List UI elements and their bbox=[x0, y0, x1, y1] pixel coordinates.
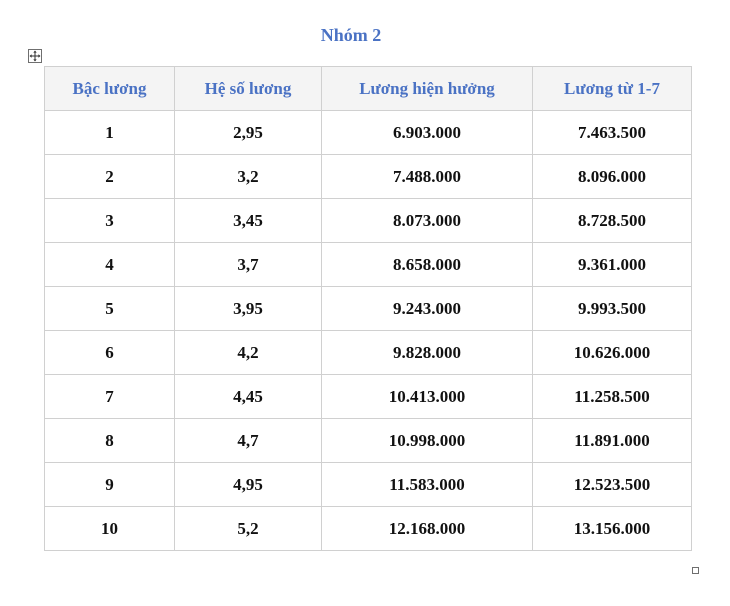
cell-he-so-luong: 4,2 bbox=[174, 330, 322, 375]
table-row: 4 3,7 8.658.000 9.361.000 bbox=[44, 242, 692, 287]
table-row: 10 5,2 12.168.000 13.156.000 bbox=[44, 506, 692, 551]
salary-table: Bậc lương Hệ số lương Lương hiện hưởng L… bbox=[44, 66, 692, 551]
cell-luong-tu-1-7: 9.361.000 bbox=[532, 242, 692, 287]
cell-bac-luong: 8 bbox=[44, 418, 175, 463]
cell-luong-hien-huong: 10.413.000 bbox=[321, 374, 533, 419]
cell-luong-hien-huong: 12.168.000 bbox=[321, 506, 533, 551]
table-row: 1 2,95 6.903.000 7.463.500 bbox=[44, 110, 692, 155]
cell-bac-luong: 10 bbox=[44, 506, 175, 551]
cell-luong-hien-huong: 9.828.000 bbox=[321, 330, 533, 375]
table-row: 5 3,95 9.243.000 9.993.500 bbox=[44, 286, 692, 331]
cell-luong-hien-huong: 9.243.000 bbox=[321, 286, 533, 331]
cell-bac-luong: 5 bbox=[44, 286, 175, 331]
table-resize-handle[interactable] bbox=[692, 567, 699, 574]
cell-he-so-luong: 3,45 bbox=[174, 198, 322, 243]
table-header-row: Bậc lương Hệ số lương Lương hiện hưởng L… bbox=[44, 66, 692, 111]
cell-bac-luong: 3 bbox=[44, 198, 175, 243]
cell-bac-luong: 6 bbox=[44, 330, 175, 375]
header-bac-luong: Bậc lương bbox=[44, 66, 175, 111]
table-row: 7 4,45 10.413.000 11.258.500 bbox=[44, 374, 692, 419]
cell-luong-tu-1-7: 11.258.500 bbox=[532, 374, 692, 419]
table-title: Nhóm 2 bbox=[320, 25, 382, 45]
cell-luong-tu-1-7: 12.523.500 bbox=[532, 462, 692, 507]
cell-luong-tu-1-7: 8.096.000 bbox=[532, 154, 692, 199]
cell-he-so-luong: 3,7 bbox=[174, 242, 322, 287]
cell-he-so-luong: 4,7 bbox=[174, 418, 322, 463]
cell-bac-luong: 2 bbox=[44, 154, 175, 199]
cell-luong-hien-huong: 11.583.000 bbox=[321, 462, 533, 507]
cell-luong-hien-huong: 8.658.000 bbox=[321, 242, 533, 287]
move-arrows-icon bbox=[29, 50, 41, 62]
cell-luong-hien-huong: 6.903.000 bbox=[321, 110, 533, 155]
table-move-handle[interactable] bbox=[28, 49, 42, 63]
table-row: 6 4,2 9.828.000 10.626.000 bbox=[44, 330, 692, 375]
cell-bac-luong: 4 bbox=[44, 242, 175, 287]
cell-he-so-luong: 5,2 bbox=[174, 506, 322, 551]
table-row: 2 3,2 7.488.000 8.096.000 bbox=[44, 154, 692, 199]
cell-luong-hien-huong: 8.073.000 bbox=[321, 198, 533, 243]
cell-luong-tu-1-7: 7.463.500 bbox=[532, 110, 692, 155]
cell-luong-tu-1-7: 11.891.000 bbox=[532, 418, 692, 463]
table-row: 9 4,95 11.583.000 12.523.500 bbox=[44, 462, 692, 507]
cell-luong-tu-1-7: 8.728.500 bbox=[532, 198, 692, 243]
cell-he-so-luong: 2,95 bbox=[174, 110, 322, 155]
cell-bac-luong: 9 bbox=[44, 462, 175, 507]
cell-bac-luong: 1 bbox=[44, 110, 175, 155]
cell-he-so-luong: 4,95 bbox=[174, 462, 322, 507]
cell-luong-hien-huong: 10.998.000 bbox=[321, 418, 533, 463]
cell-luong-hien-huong: 7.488.000 bbox=[321, 154, 533, 199]
header-luong-hien-huong: Lương hiện hưởng bbox=[321, 66, 533, 111]
cell-bac-luong: 7 bbox=[44, 374, 175, 419]
table-row: 8 4,7 10.998.000 11.891.000 bbox=[44, 418, 692, 463]
cell-luong-tu-1-7: 9.993.500 bbox=[532, 286, 692, 331]
table-row: 3 3,45 8.073.000 8.728.500 bbox=[44, 198, 692, 243]
cell-he-so-luong: 4,45 bbox=[174, 374, 322, 419]
cell-luong-tu-1-7: 10.626.000 bbox=[532, 330, 692, 375]
cell-he-so-luong: 3,95 bbox=[174, 286, 322, 331]
cell-luong-tu-1-7: 13.156.000 bbox=[532, 506, 692, 551]
cell-he-so-luong: 3,2 bbox=[174, 154, 322, 199]
header-he-so-luong: Hệ số lương bbox=[174, 66, 322, 111]
header-luong-tu-1-7: Lương từ 1-7 bbox=[532, 66, 692, 111]
